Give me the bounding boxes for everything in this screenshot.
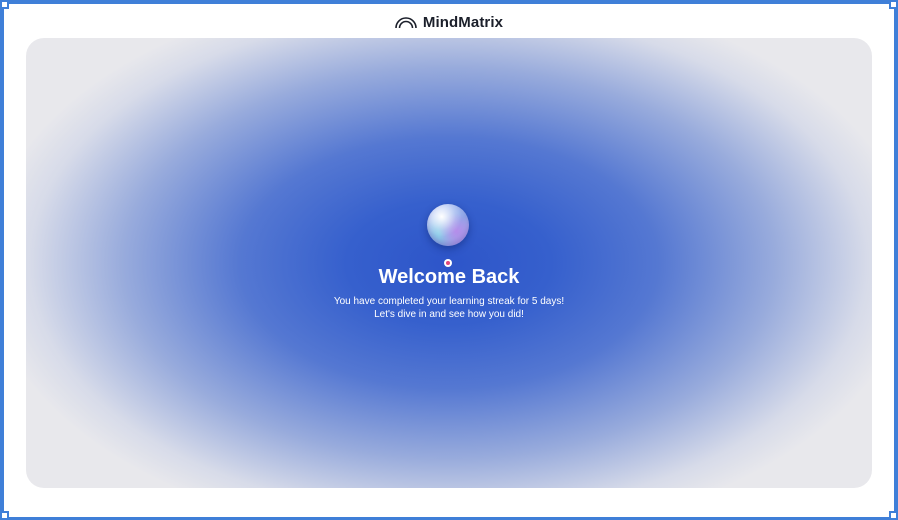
welcome-hero-panel: Welcome Back You have completed your lea… bbox=[26, 38, 872, 488]
brand-logo[interactable]: MindMatrix bbox=[395, 14, 503, 31]
brand-name: MindMatrix bbox=[422, 13, 504, 31]
rainbow-arc-icon bbox=[395, 17, 417, 29]
resize-handle-top-left[interactable] bbox=[0, 0, 9, 9]
subtitle-line-1: You have completed your learning streak … bbox=[333, 296, 565, 307]
subtitle-line-2: Let's dive in and see how you did! bbox=[374, 309, 524, 320]
welcome-title: Welcome Back bbox=[378, 266, 520, 288]
welcome-subtitle: You have completed your learning streak … bbox=[26, 295, 872, 321]
resize-handle-top-right[interactable] bbox=[889, 0, 898, 9]
glass-orb-icon bbox=[427, 204, 469, 246]
resize-handle-bottom-right[interactable] bbox=[889, 511, 898, 520]
app-header: MindMatrix bbox=[0, 8, 898, 36]
resize-handle-bottom-left[interactable] bbox=[0, 511, 9, 520]
